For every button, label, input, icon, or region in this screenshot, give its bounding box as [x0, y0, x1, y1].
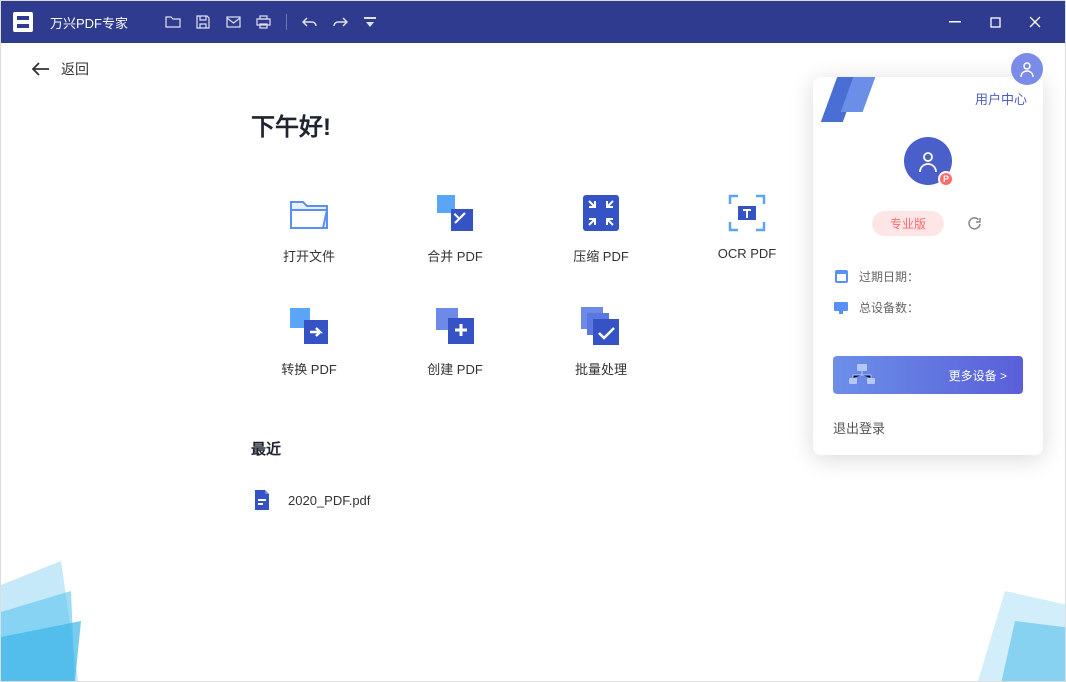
dropdown-icon[interactable] — [355, 7, 385, 37]
refresh-icon[interactable] — [964, 214, 984, 234]
devices-row: 总设备数： — [833, 299, 1023, 316]
ocr-icon — [726, 192, 768, 234]
action-label: 压缩 PDF — [573, 246, 629, 265]
expiry-label: 过期日期： — [859, 268, 919, 285]
pdf-file-icon — [251, 489, 273, 511]
close-button[interactable] — [1015, 1, 1055, 43]
compress-icon — [580, 192, 622, 234]
action-label: 打开文件 — [283, 246, 335, 265]
app-logo-icon — [11, 10, 35, 34]
ribbon-icon — [829, 77, 884, 122]
action-label: OCR PDF — [718, 246, 777, 261]
devices-network-icon — [849, 364, 875, 386]
user-button[interactable] — [1011, 53, 1043, 85]
folder-open-icon — [288, 192, 330, 234]
merge-icon — [434, 192, 476, 234]
app-window: 万兴PDF专家 返回 下午好! — [0, 0, 1066, 682]
action-ocr-pdf[interactable]: OCR PDF — [689, 192, 805, 265]
folder-icon[interactable] — [158, 7, 188, 37]
user-panel: 用户中心 P 专业版 过期日期： — [813, 77, 1043, 455]
window-controls — [935, 1, 1055, 43]
save-icon[interactable] — [188, 7, 218, 37]
back-label[interactable]: 返回 — [61, 59, 89, 79]
batch-icon — [580, 305, 622, 347]
avatar-icon[interactable]: P — [904, 137, 952, 185]
logout-link[interactable]: 退出登录 — [813, 412, 1043, 455]
info-rows: 过期日期： 总设备数： — [813, 256, 1043, 342]
badge-row: 专业版 — [813, 203, 1043, 256]
create-icon — [434, 305, 476, 347]
pro-badge-icon: P — [938, 171, 954, 187]
decoration-icon — [0, 561, 121, 682]
panel-header: 用户中心 — [813, 77, 1043, 127]
devices-label: 总设备数： — [859, 299, 919, 316]
action-compress-pdf[interactable]: 压缩 PDF — [543, 192, 659, 265]
more-devices-button[interactable]: 更多设备 > — [833, 356, 1023, 394]
mail-icon[interactable] — [218, 7, 248, 37]
avatar-area: P — [813, 127, 1043, 203]
action-convert-pdf[interactable]: 转换 PDF — [251, 305, 367, 378]
action-merge-pdf[interactable]: 合并 PDF — [397, 192, 513, 265]
recent-file-name: 2020_PDF.pdf — [288, 493, 370, 508]
titlebar: 万兴PDF专家 — [1, 1, 1065, 43]
decoration-icon — [975, 591, 1066, 682]
action-open-file[interactable]: 打开文件 — [251, 192, 367, 265]
calendar-icon — [833, 269, 849, 285]
action-label: 创建 PDF — [427, 359, 483, 378]
divider — [286, 14, 287, 30]
action-label: 转换 PDF — [281, 359, 337, 378]
pro-label: 专业版 — [872, 211, 944, 236]
more-devices-label: 更多设备 > — [949, 367, 1007, 384]
redo-icon[interactable] — [325, 7, 355, 37]
app-title: 万兴PDF专家 — [50, 13, 128, 32]
minimize-button[interactable] — [935, 1, 975, 43]
user-center-link[interactable]: 用户中心 — [975, 89, 1027, 108]
action-label: 批量处理 — [575, 359, 627, 378]
convert-icon — [288, 305, 330, 347]
action-create-pdf[interactable]: 创建 PDF — [397, 305, 513, 378]
expiry-row: 过期日期： — [833, 268, 1023, 285]
monitor-icon — [833, 300, 849, 316]
print-icon[interactable] — [248, 7, 278, 37]
undo-icon[interactable] — [295, 7, 325, 37]
action-batch[interactable]: 批量处理 — [543, 305, 659, 378]
back-arrow-icon[interactable] — [31, 59, 51, 79]
maximize-button[interactable] — [975, 1, 1015, 43]
action-label: 合并 PDF — [427, 246, 483, 265]
recent-file-item[interactable]: 2020_PDF.pdf — [251, 484, 975, 516]
